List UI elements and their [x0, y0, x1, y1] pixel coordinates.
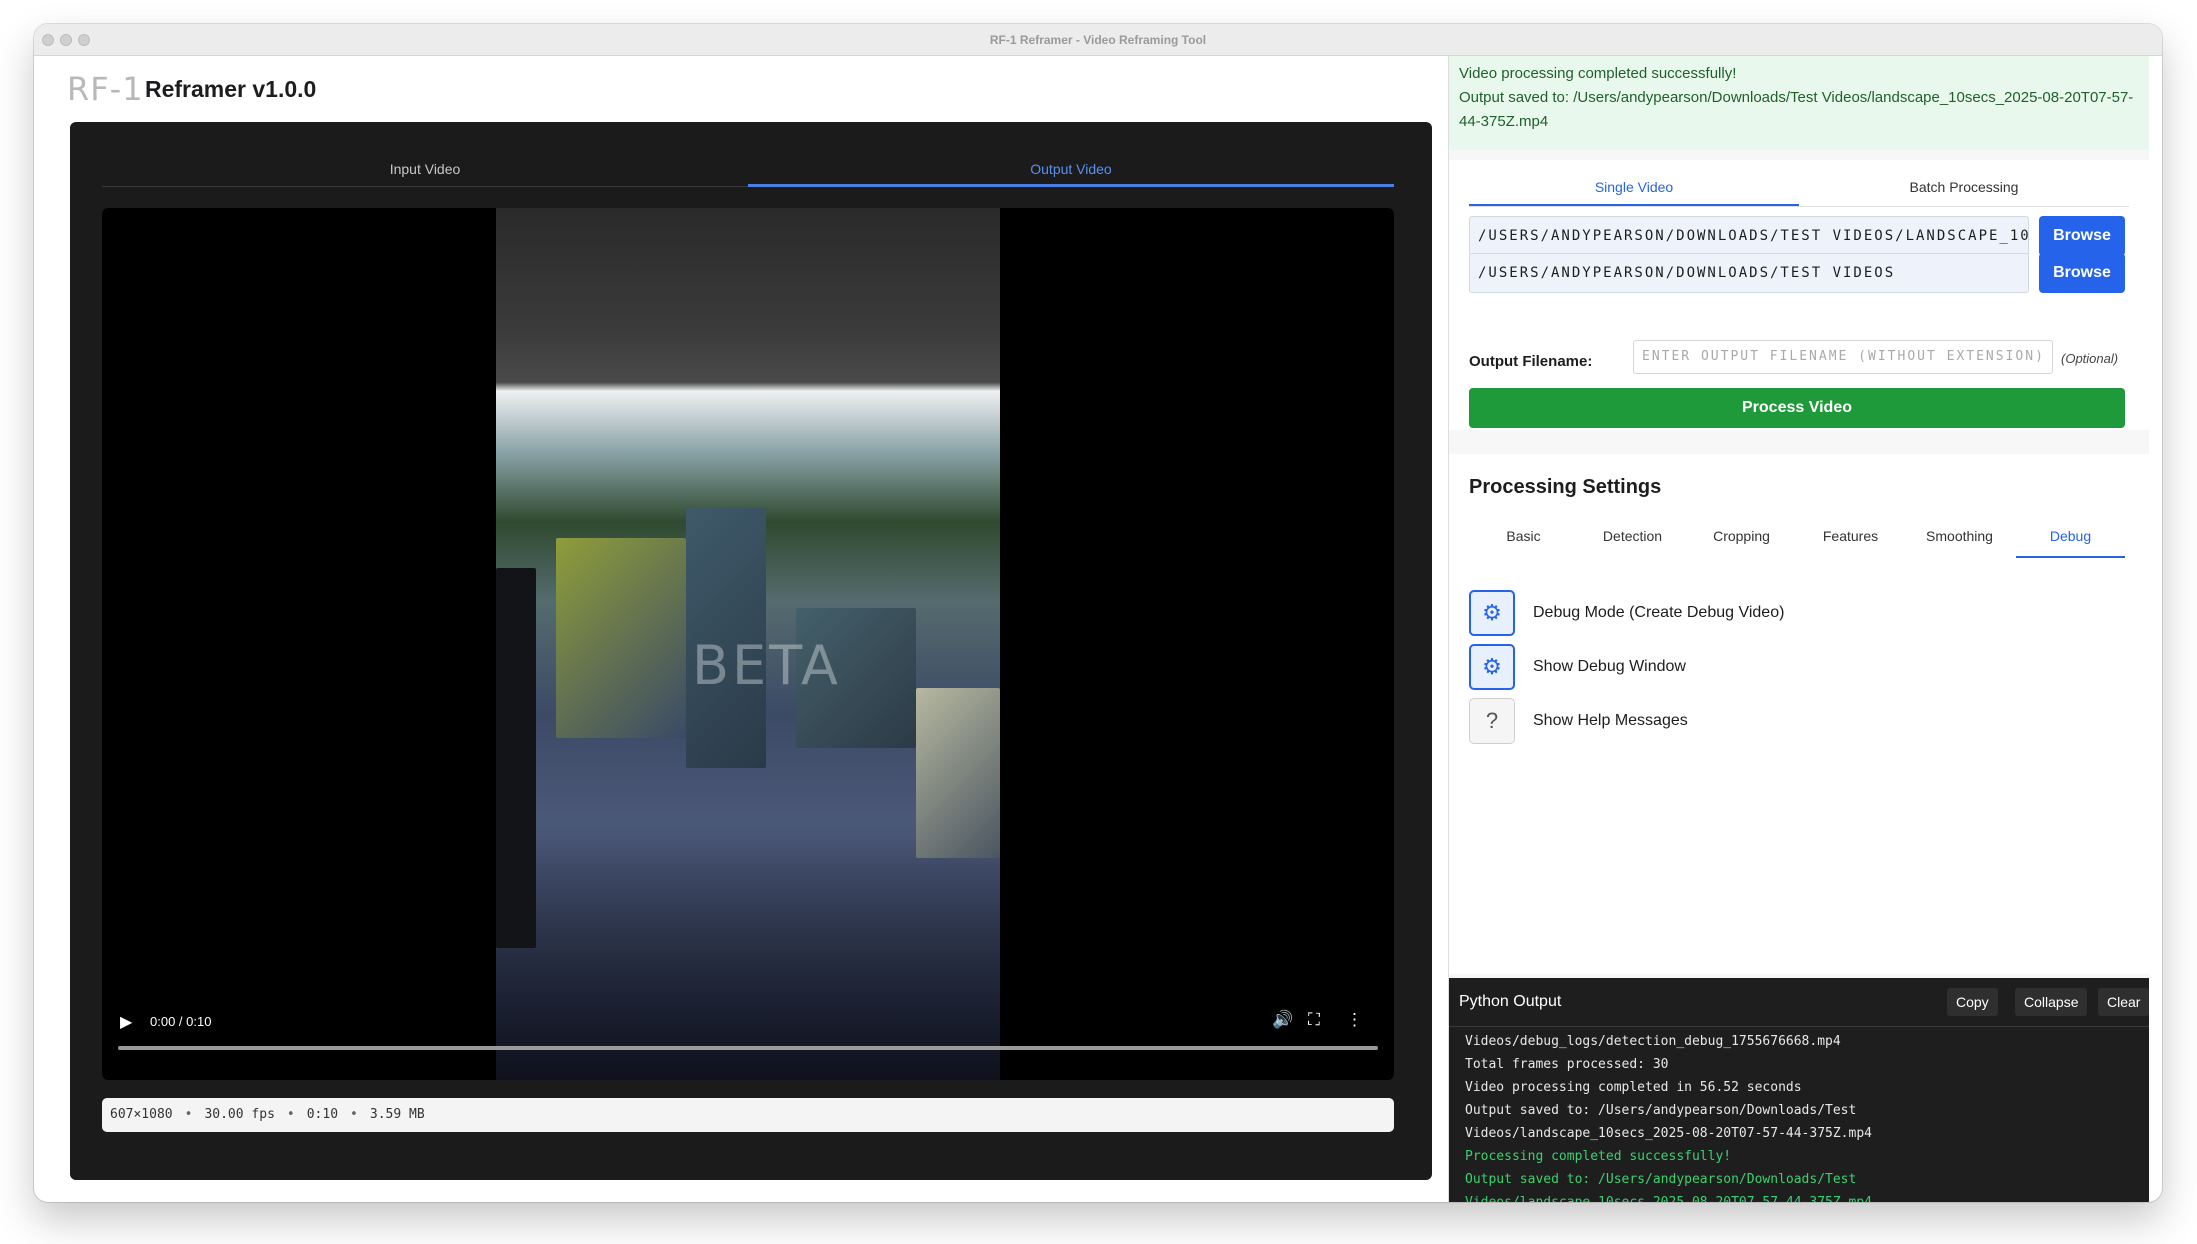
playback-time: 0:00 / 0:10: [150, 1014, 212, 1029]
toggle-label: Show Debug Window: [1533, 658, 1686, 675]
tab-cropping[interactable]: Cropping: [1687, 516, 1796, 558]
app-window: RF-1 Reframer - Video Reframing Tool RF-…: [34, 24, 2162, 1202]
progress-bar[interactable]: [118, 1046, 1378, 1050]
bug-icon[interactable]: ⚙: [1469, 590, 1515, 636]
console-line: Output saved to: /Users/andypearson/Down…: [1465, 1103, 1857, 1118]
right-panel: Video processing completed successfully!…: [1448, 56, 2150, 1202]
meta-fps: 30.00 fps: [204, 1107, 275, 1122]
copy-button[interactable]: Copy: [1947, 988, 1998, 1016]
graffiti-block: [916, 688, 1000, 858]
tab-debug[interactable]: Debug: [2016, 516, 2125, 558]
video-tabs: Input Video Output Video: [102, 152, 1394, 187]
success-banner: Video processing completed successfully!…: [1449, 56, 2149, 150]
meta-resolution: 607×1080: [110, 1107, 173, 1122]
graffiti-block: [556, 538, 686, 738]
console-output: Videos/debug_logs/detection_debug_175567…: [1465, 1030, 2141, 1202]
help-icon[interactable]: ?: [1469, 698, 1515, 744]
success-output-path: Output saved to: /Users/andypearson/Down…: [1459, 89, 2134, 130]
app-name: Reframer v1.0.0: [145, 76, 317, 102]
console-title: Python Output: [1459, 993, 1562, 1010]
python-output-console: Python Output Copy Collapse Clear Videos…: [1449, 978, 2150, 1202]
brand-logo: RF-1: [67, 70, 144, 108]
meta-size: 3.59 MB: [369, 1107, 425, 1122]
settings-tabs: Basic Detection Cropping Features Smooth…: [1469, 516, 2125, 558]
console-line: Videos/landscape_10secs_2025-08-20T07-57…: [1465, 1126, 1872, 1141]
toggle-label: Show Help Messages: [1533, 712, 1688, 729]
console-header: Python Output Copy Collapse Clear: [1449, 978, 2150, 1027]
bug-icon[interactable]: ⚙: [1469, 644, 1515, 690]
settings-title: Processing Settings: [1469, 476, 1662, 498]
optional-hint: (Optional): [2061, 351, 2119, 366]
toggle-label: Debug Mode (Create Debug Video): [1533, 604, 1785, 621]
process-video-button[interactable]: Process Video: [1469, 388, 2125, 428]
tab-batch-processing[interactable]: Batch Processing: [1799, 170, 2129, 206]
console-line: Videos/landscape_10secs_2025-08-20T07-57…: [1465, 1191, 2141, 1202]
meta-duration: 0:10: [306, 1107, 339, 1122]
video-meta-bar: 607×1080 • 30.00 fps • 0:10 • 3.59 MB: [102, 1098, 1394, 1132]
beta-watermark: BETA: [692, 634, 841, 697]
input-path-field[interactable]: /USERS/ANDYPEARSON/DOWNLOADS/TEST VIDEOS…: [1469, 216, 2029, 256]
browse-output-button[interactable]: Browse: [2039, 253, 2125, 293]
window-title: RF-1 Reframer - Video Reframing Tool: [989, 33, 1207, 47]
play-icon[interactable]: ▶: [120, 1012, 132, 1032]
console-line: Total frames processed: 30: [1465, 1057, 1669, 1072]
tab-basic[interactable]: Basic: [1469, 516, 1578, 558]
console-line: Videos/debug_logs/detection_debug_175567…: [1465, 1034, 1841, 1049]
video-source-card: Single Video Batch Processing /USERS/AND…: [1449, 160, 2149, 430]
title-bar: RF-1 Reframer - Video Reframing Tool: [34, 24, 2162, 56]
clear-button[interactable]: Clear: [2098, 988, 2150, 1016]
video-frame: BETA: [496, 208, 1000, 1080]
console-line: Video processing completed in 56.52 seco…: [1465, 1080, 1802, 1095]
output-dir-field[interactable]: /USERS/ANDYPEARSON/DOWNLOADS/TEST VIDEOS: [1469, 253, 2029, 293]
output-filename-label: Output Filename:: [1469, 353, 1593, 370]
output-filename-input[interactable]: ENTER OUTPUT FILENAME (WITHOUT EXTENSION…: [1633, 340, 2053, 374]
fullscreen-icon[interactable]: ⛶: [1308, 1010, 1320, 1030]
tab-input-video[interactable]: Input Video: [102, 152, 748, 186]
video-player[interactable]: BETA ▶ 0:00 / 0:10 🔊 ⛶ ⋮: [102, 208, 1394, 1080]
console-line: Processing completed successfully!: [1465, 1149, 1732, 1164]
collapse-button[interactable]: Collapse: [2015, 988, 2088, 1016]
tab-smoothing[interactable]: Smoothing: [1905, 516, 2014, 558]
tab-detection[interactable]: Detection: [1578, 516, 1687, 558]
video-panel: Input Video Output Video BETA ▶ 0:00 / 0…: [70, 122, 1432, 1180]
tab-single-video[interactable]: Single Video: [1469, 170, 1799, 206]
processing-settings-card: Processing Settings Basic Detection Crop…: [1449, 454, 2149, 974]
browse-input-button[interactable]: Browse: [2039, 216, 2125, 256]
tab-features[interactable]: Features: [1796, 516, 1905, 558]
success-message: Video processing completed successfully!: [1459, 65, 1737, 82]
player-controls: ▶ 0:00 / 0:10 🔊 ⛶ ⋮: [102, 990, 1394, 1080]
source-tabs: Single Video Batch Processing: [1469, 170, 2129, 207]
person-silhouette: [496, 568, 536, 948]
more-icon[interactable]: ⋮: [1346, 1010, 1363, 1030]
console-line: Output saved to: /Users/andypearson/Down…: [1465, 1172, 1857, 1187]
volume-icon[interactable]: 🔊: [1272, 1010, 1293, 1030]
tab-output-video[interactable]: Output Video: [748, 152, 1394, 187]
